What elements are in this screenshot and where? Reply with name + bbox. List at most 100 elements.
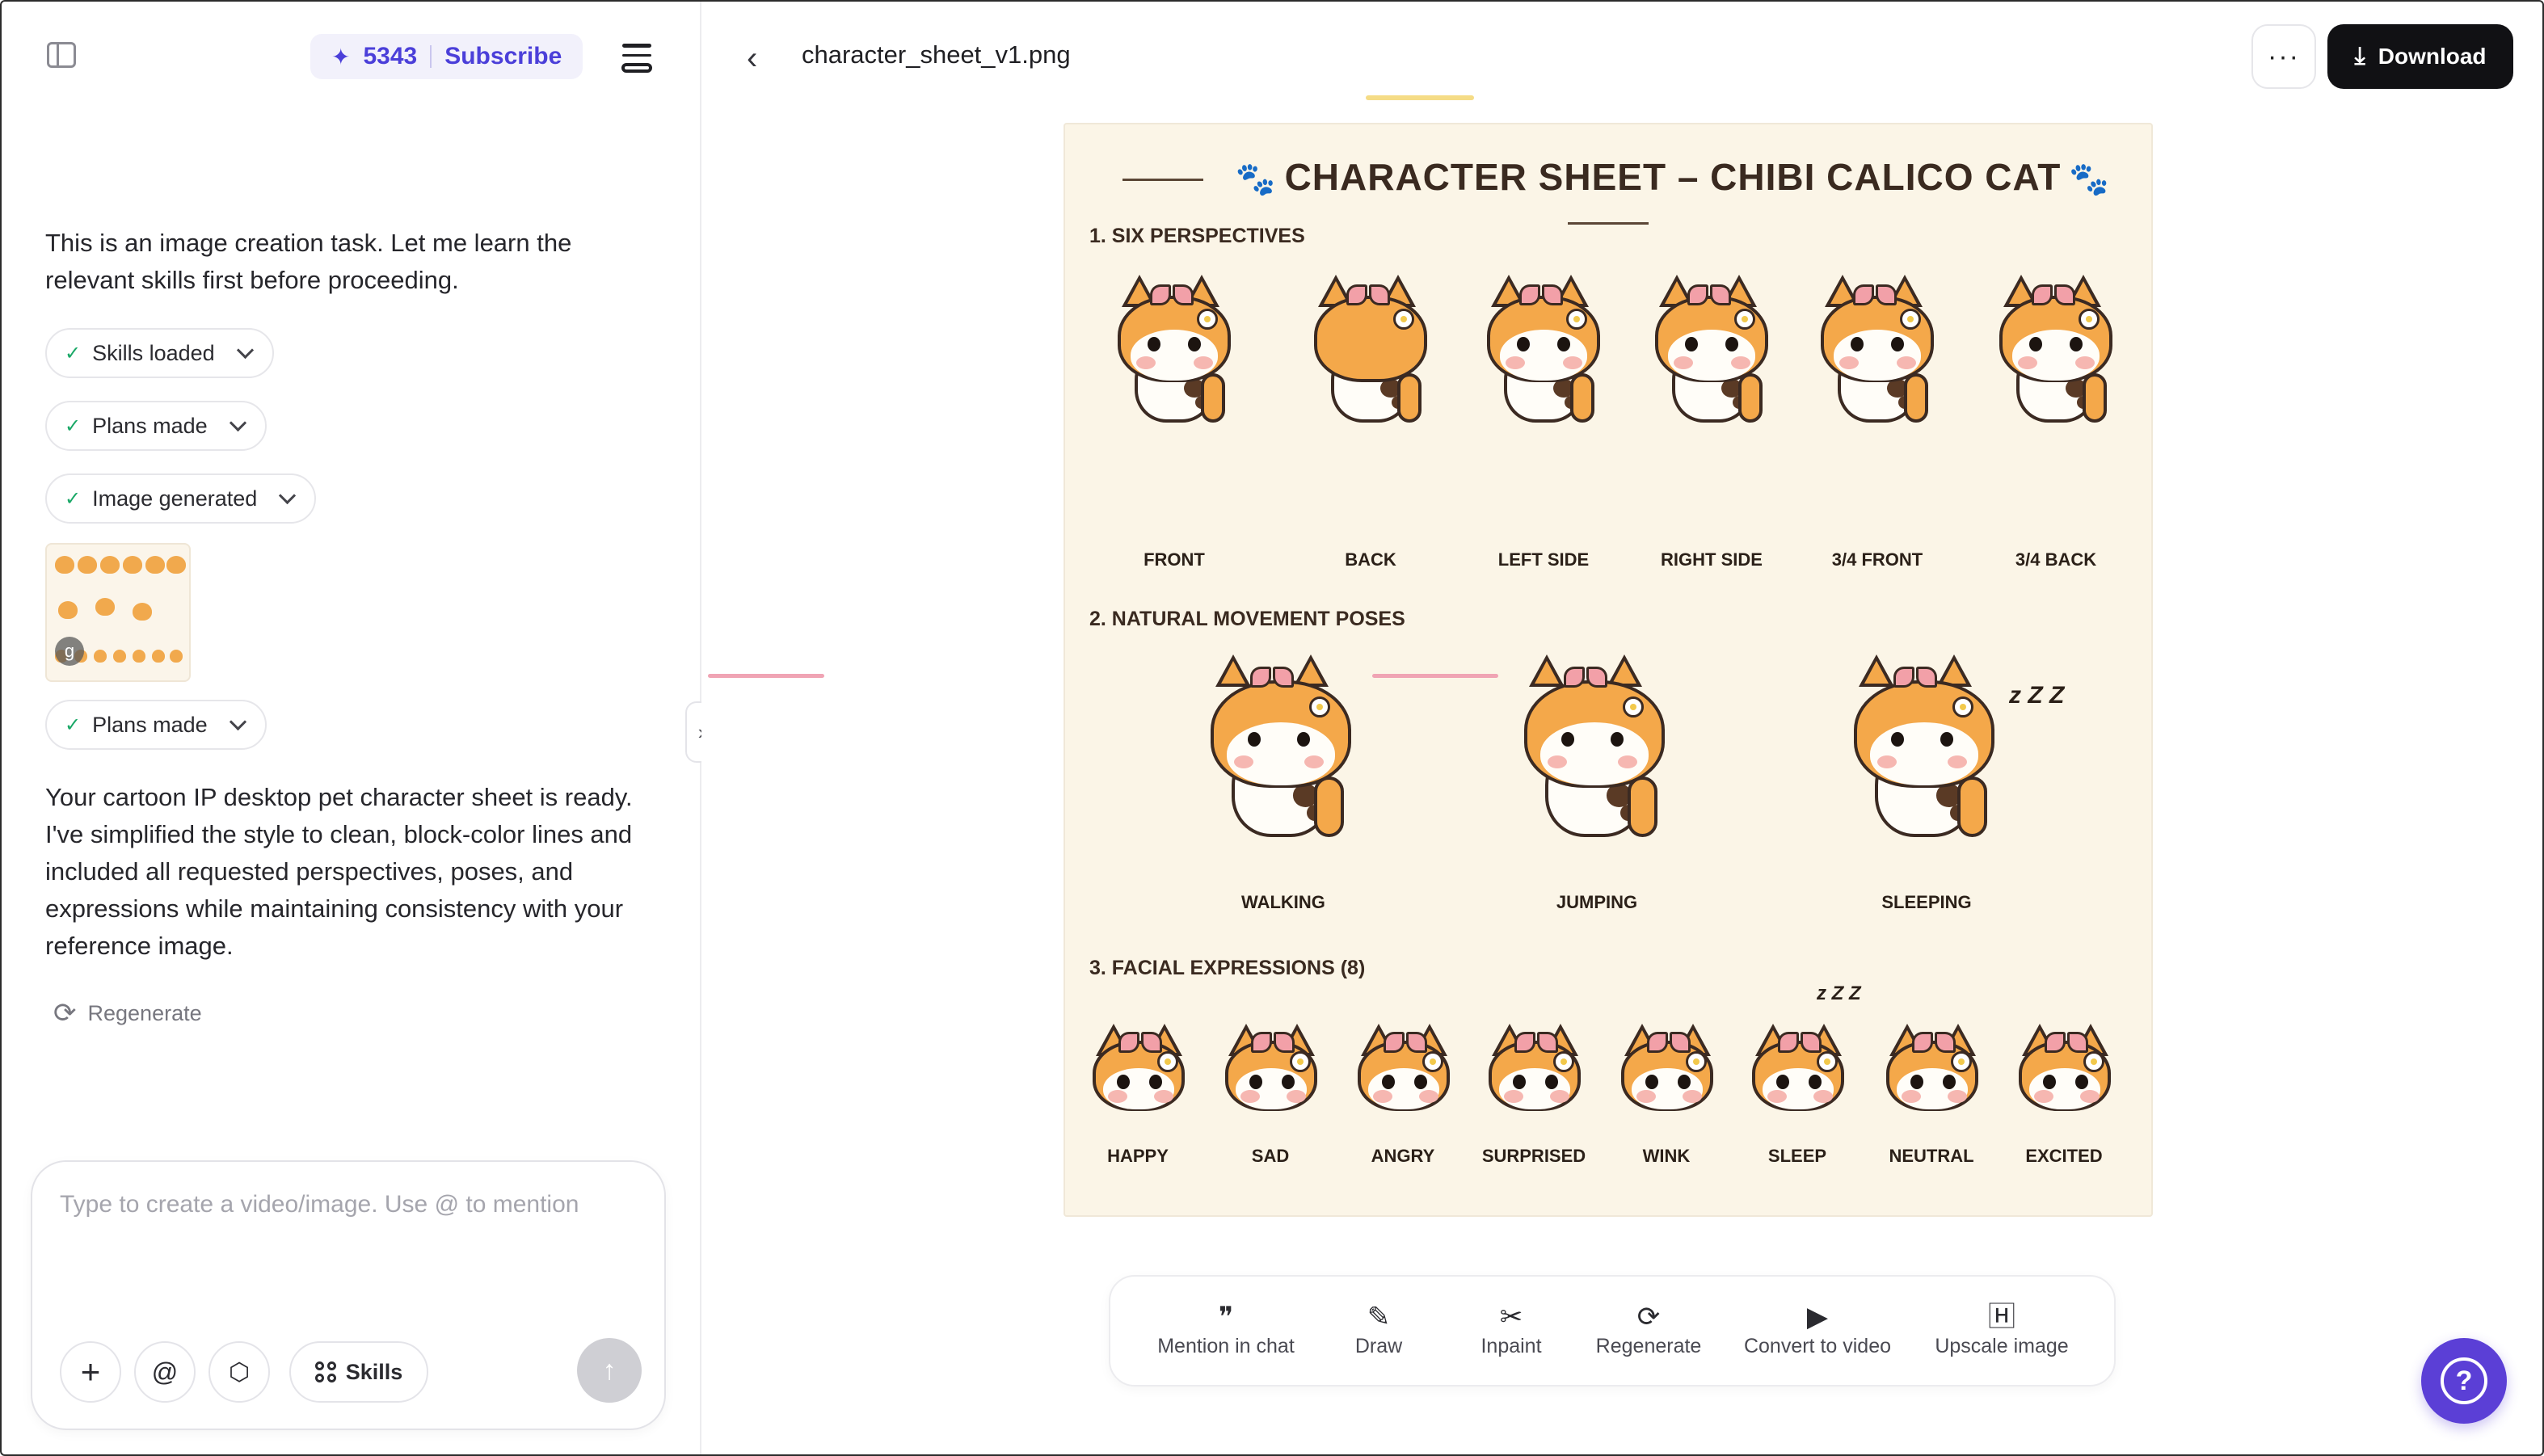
cat-blush xyxy=(1108,1089,1127,1103)
cat-blush xyxy=(1562,356,1582,369)
cat-face xyxy=(1632,1068,1703,1110)
cat-tail xyxy=(1569,372,1595,423)
help-button[interactable]: ? xyxy=(2421,1338,2507,1424)
mention-button[interactable]: @ xyxy=(134,1341,196,1403)
cat-illustration xyxy=(1886,1008,1978,1131)
cat-flower xyxy=(1950,1051,1972,1073)
cat-tail xyxy=(1313,776,1345,838)
cat-tail xyxy=(1200,372,1226,423)
pose-label: WALKING xyxy=(1241,892,1325,912)
skills-button[interactable]: Skills xyxy=(289,1341,428,1403)
cat-bow xyxy=(1647,1031,1691,1054)
cat-illustration xyxy=(1821,275,1935,426)
section-label-expressions: 3. FACIAL EXPRESSIONS (8) xyxy=(1089,957,1366,979)
cat-bow xyxy=(1687,284,1731,307)
cat-face xyxy=(2012,329,2100,381)
cat-eye xyxy=(1187,337,1201,352)
cat-blush xyxy=(1304,755,1324,768)
cat-flower xyxy=(2083,1051,2104,1073)
cat-blush xyxy=(1618,755,1637,768)
pose-label: SLEEPING xyxy=(1881,892,1972,912)
thumbnail-badge: g xyxy=(55,637,84,666)
draw-button[interactable]: ✎ Draw xyxy=(1338,1299,1419,1358)
cat-ear xyxy=(1858,654,1894,687)
image-action-toolbar: ❞ Mention in chat ✎ Draw ✂ Inpaint ⟳ Reg… xyxy=(1109,1275,2116,1387)
perspective-label: LEFT SIDE xyxy=(1497,549,1590,570)
quote-icon: ❞ xyxy=(1218,1302,1234,1332)
paw-icon: 🐾 xyxy=(2069,162,2111,197)
cat-eye xyxy=(1725,337,1738,352)
hd-icon: 🄷 xyxy=(1988,1302,2015,1332)
cat-eye xyxy=(1943,1074,1956,1089)
plans-made-chip[interactable]: ✓ Plans made xyxy=(45,700,267,750)
cat-eye xyxy=(1297,731,1311,747)
cat-illustration xyxy=(1854,654,1994,842)
character-sheet-image[interactable]: 🐾 CHARACTER SHEET – CHIBI CALICO CAT 🐾 1. … xyxy=(1064,123,2153,1217)
regenerate-link[interactable]: ⟳ Regenerate xyxy=(53,997,202,1029)
cat-blush xyxy=(1948,755,1967,768)
cat-eye xyxy=(1890,337,1904,352)
plans-made-chip[interactable]: ✓ Plans made xyxy=(45,401,267,451)
mention-in-chat-button[interactable]: ❞ Mention in chat xyxy=(1151,1299,1301,1358)
chevron-down-icon xyxy=(229,713,246,730)
cat-bow xyxy=(1250,666,1294,689)
cat-face xyxy=(1236,1068,1307,1110)
cat-tail xyxy=(2082,372,2108,423)
sleep-zzz: z Z Z xyxy=(1817,983,1861,1004)
check-icon: ✓ xyxy=(65,487,82,510)
cat-illustration xyxy=(1314,275,1428,426)
download-button[interactable]: ⤓ Download xyxy=(2327,24,2513,89)
image-viewer: ‹ character_sheet_v1.png ··· ⤓ Download … xyxy=(701,0,2544,1456)
cat-blush xyxy=(2018,356,2038,369)
cube-icon[interactable]: ⬡ xyxy=(208,1341,270,1403)
cat-flower xyxy=(1685,1051,1707,1073)
cat-illustration xyxy=(1225,1008,1317,1131)
inpaint-button[interactable]: ✂ Inpaint xyxy=(1463,1299,1560,1358)
skills-loaded-chip[interactable]: ✓ Skills loaded xyxy=(45,328,274,378)
generated-image-thumbnail[interactable]: g xyxy=(45,543,191,682)
send-button[interactable]: ↑ xyxy=(577,1338,642,1403)
cat-bow xyxy=(1893,666,1937,689)
more-options-button[interactable]: ··· xyxy=(2251,24,2316,89)
convert-to-video-button[interactable]: ▶ Convert to video xyxy=(1739,1299,1896,1358)
cat-blush xyxy=(2034,1089,2053,1103)
history-menu-icon[interactable] xyxy=(621,40,655,74)
image-generated-chip[interactable]: ✓ Image generated xyxy=(45,473,317,524)
regenerate-label: Regenerate xyxy=(87,1000,202,1025)
cat-blush xyxy=(1419,1089,1438,1103)
cat-flower xyxy=(1952,696,1973,718)
cat-eye xyxy=(1678,1074,1691,1089)
cat-eye xyxy=(1940,731,1954,747)
prompt-input[interactable]: Type to create a video/image. Use @ to m… xyxy=(60,1191,579,1218)
cat-blush xyxy=(1234,755,1253,768)
cat-blush xyxy=(1636,1089,1656,1103)
cat-tail xyxy=(1396,372,1422,423)
cat-face xyxy=(1499,1068,1570,1110)
refresh-icon: ⟳ xyxy=(1636,1302,1661,1332)
scissors-icon: ✂ xyxy=(1499,1302,1523,1332)
cat-eye xyxy=(1414,1074,1428,1089)
credits-subscribe-pill[interactable]: ✦ 5343 Subscribe xyxy=(310,34,583,79)
cat-bow xyxy=(1149,284,1194,307)
cat-blush xyxy=(1506,356,1526,369)
cat-illustration xyxy=(1093,1008,1185,1131)
assistant-message-result: Your cartoon IP desktop pet character sh… xyxy=(45,783,633,960)
back-arrow-icon[interactable]: ‹ xyxy=(747,40,757,77)
cat-blush xyxy=(1504,1089,1523,1103)
regenerate-button[interactable]: ⟳ Regenerate xyxy=(1592,1299,1705,1358)
cat-blush xyxy=(1813,1089,1833,1103)
cat-blush xyxy=(1877,755,1897,768)
upscale-image-button[interactable]: 🄷 Upscale image xyxy=(1931,1299,2072,1358)
cat-blush xyxy=(2080,1089,2100,1103)
cat-face xyxy=(1834,329,1921,381)
cat-face xyxy=(1540,722,1649,786)
subscribe-button[interactable]: Subscribe xyxy=(444,43,562,70)
chevron-down-icon xyxy=(236,341,254,359)
add-attachment-button[interactable]: + xyxy=(60,1341,121,1403)
cat-illustration xyxy=(1752,1008,1844,1131)
help-icon: ? xyxy=(2441,1357,2487,1404)
cat-eye xyxy=(2075,1074,2089,1089)
sidebar-toggle-icon[interactable] xyxy=(47,42,76,68)
expression-label: EXCITED xyxy=(2025,1146,2103,1166)
cat-blush xyxy=(1287,1089,1306,1103)
